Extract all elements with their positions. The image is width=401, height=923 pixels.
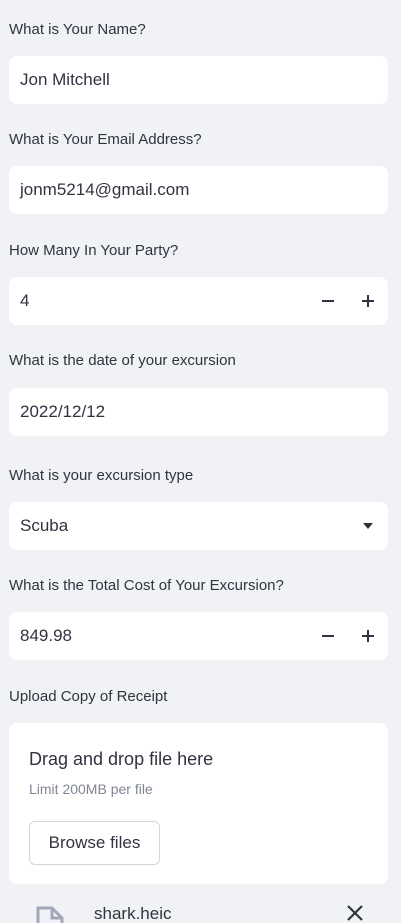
name-value: Jon Mitchell: [20, 70, 110, 89]
email-label: What is Your Email Address?: [9, 131, 202, 148]
excursion-type-value: Scuba: [20, 516, 69, 535]
date-label: What is the date of your excursion: [9, 352, 236, 369]
date-input[interactable]: 2022/12/12: [9, 388, 388, 436]
party-size-input[interactable]: 4: [9, 291, 308, 311]
uploaded-file-row: shark.heic: [0, 898, 401, 923]
minus-icon: [322, 300, 334, 302]
excursion-form: What is Your Name? Jon Mitchell What is …: [0, 0, 401, 923]
party-size-label: How Many In Your Party?: [9, 242, 179, 259]
date-value: 2022/12/12: [20, 402, 106, 421]
caret-down-icon: [348, 502, 388, 550]
plus-icon: [362, 630, 374, 642]
email-value: jonm5214@gmail.com: [20, 180, 190, 199]
total-cost-input[interactable]: 849.98: [9, 626, 308, 646]
party-size-increment-button[interactable]: [348, 277, 388, 325]
dropzone-title: Drag and drop file here: [29, 749, 214, 769]
plus-icon: [362, 295, 374, 307]
file-dropzone[interactable]: Drag and drop file here Limit 200MB per …: [9, 723, 388, 884]
uploaded-file-name: shark.heic: [94, 904, 172, 923]
excursion-type-select[interactable]: Scuba: [9, 502, 388, 550]
minus-icon: [322, 635, 334, 637]
name-label: What is Your Name?: [9, 21, 146, 38]
close-icon[interactable]: [346, 904, 364, 922]
email-input[interactable]: jonm5214@gmail.com: [9, 166, 388, 214]
party-size-decrement-button[interactable]: [308, 277, 348, 325]
total-cost-label: What is the Total Cost of Your Excursion…: [9, 577, 284, 594]
total-cost-stepper: 849.98: [9, 612, 388, 660]
total-cost-decrement-button[interactable]: [308, 612, 348, 660]
total-cost-increment-button[interactable]: [348, 612, 388, 660]
dropzone-limit: Limit 200MB per file: [29, 781, 153, 797]
party-size-stepper: 4: [9, 277, 388, 325]
excursion-type-label: What is your excursion type: [9, 467, 194, 484]
name-input[interactable]: Jon Mitchell: [9, 56, 388, 104]
upload-label: Upload Copy of Receipt: [9, 688, 168, 705]
file-icon: [36, 906, 64, 923]
browse-files-button[interactable]: Browse files: [29, 821, 160, 865]
